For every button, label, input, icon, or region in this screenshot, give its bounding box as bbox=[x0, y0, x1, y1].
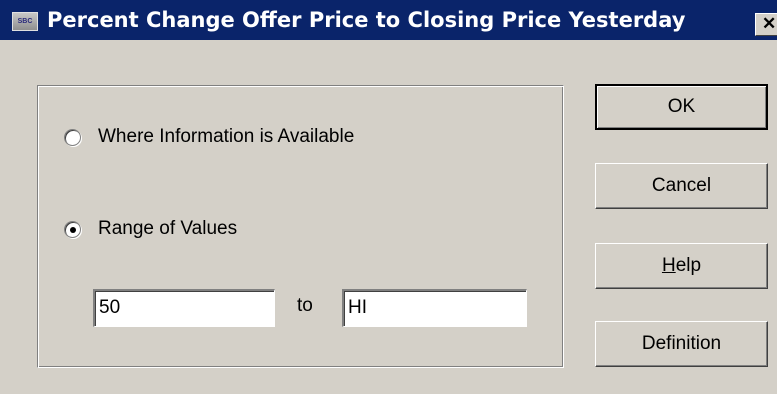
definition-button[interactable]: Definition bbox=[595, 321, 768, 367]
range-to-label: to bbox=[297, 295, 313, 316]
radio-dot-icon bbox=[70, 226, 76, 233]
help-label-rest: elp bbox=[675, 255, 702, 276]
radio-range-of-values-label[interactable]: Range of Values bbox=[98, 218, 237, 240]
window-title: Percent Change Offer Price to Closing Pr… bbox=[47, 8, 686, 32]
title-bar: SBC Percent Change Offer Price to Closin… bbox=[0, 0, 777, 40]
sbc-app-icon: SBC bbox=[12, 12, 38, 31]
radio-where-available-label[interactable]: Where Information is Available bbox=[98, 126, 354, 148]
range-to-input[interactable]: HI bbox=[342, 289, 527, 327]
help-mnemonic: H bbox=[661, 255, 676, 276]
radio-unselected-icon[interactable] bbox=[64, 128, 81, 146]
radio-selected-icon[interactable] bbox=[64, 220, 81, 238]
cancel-button[interactable]: Cancel bbox=[595, 163, 768, 209]
ok-button[interactable]: OK bbox=[595, 84, 768, 130]
close-icon[interactable]: ✕ bbox=[755, 13, 777, 36]
range-from-input[interactable]: 50 bbox=[93, 289, 275, 327]
radio-range-of-values[interactable]: Range of Values bbox=[64, 218, 237, 240]
radio-where-available[interactable]: Where Information is Available bbox=[64, 126, 354, 148]
help-button[interactable]: Help bbox=[595, 243, 768, 289]
